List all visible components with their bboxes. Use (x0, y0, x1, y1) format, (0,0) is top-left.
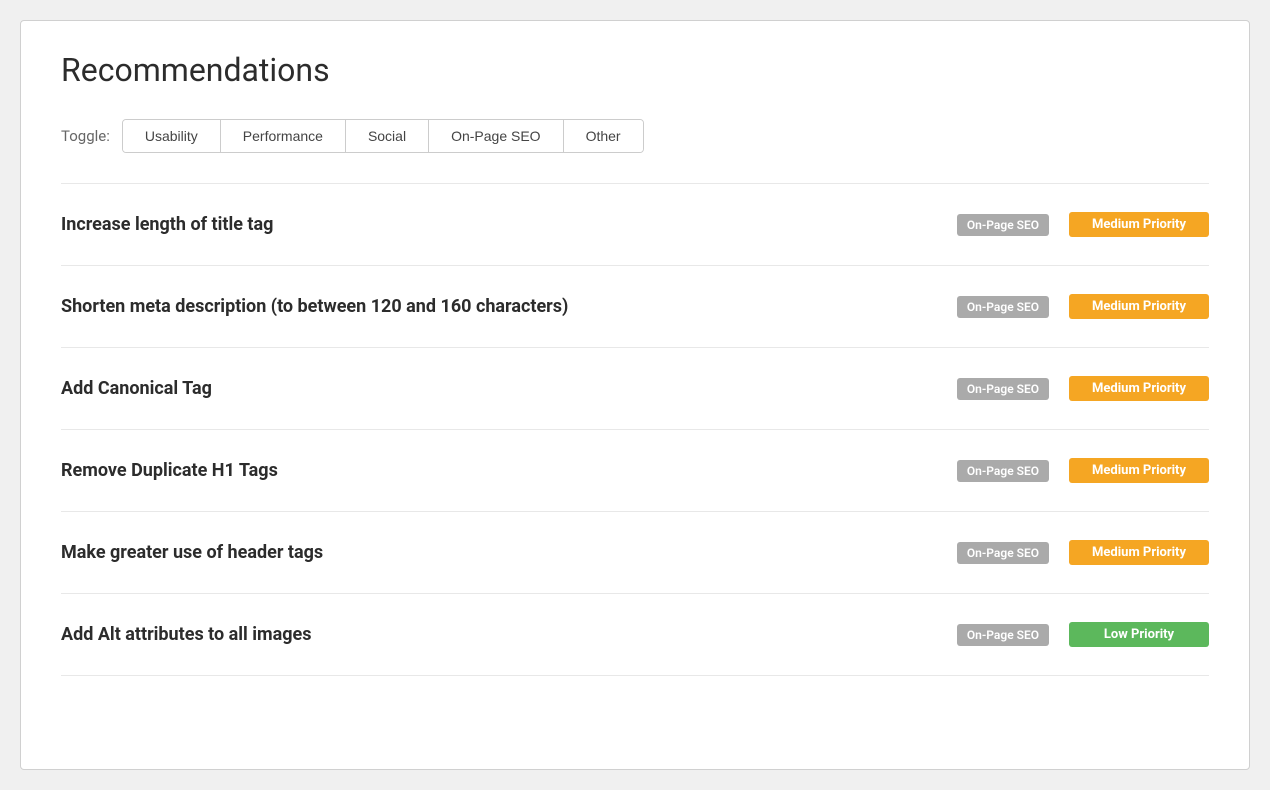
priority-badge-0: Medium Priority (1069, 212, 1209, 237)
rec-title-1: Shorten meta description (to between 120… (61, 296, 957, 317)
category-badge-1: On-Page SEO (957, 296, 1049, 318)
page-container: Recommendations Toggle: UsabilityPerform… (20, 20, 1250, 770)
recommendation-row: Make greater use of header tagsOn-Page S… (61, 512, 1209, 594)
rec-title-5: Add Alt attributes to all images (61, 624, 957, 645)
category-badge-3: On-Page SEO (957, 460, 1049, 482)
recommendation-row: Increase length of title tagOn-Page SEO M… (61, 183, 1209, 266)
category-badge-0: On-Page SEO (957, 214, 1049, 236)
toggle-tab-social[interactable]: Social (346, 120, 429, 152)
toggle-section: Toggle: UsabilityPerformanceSocialOn-Pag… (61, 119, 1209, 153)
toggle-label: Toggle: (61, 127, 110, 145)
priority-badge-4: Medium Priority (1069, 540, 1209, 565)
priority-badge-1: Medium Priority (1069, 294, 1209, 319)
rec-title-3: Remove Duplicate H1 Tags (61, 460, 957, 481)
toggle-tabs: UsabilityPerformanceSocialOn-Page SEOOth… (122, 119, 644, 153)
toggle-tab-other[interactable]: Other (564, 120, 643, 152)
toggle-tab-usability[interactable]: Usability (123, 120, 221, 152)
recommendation-row: Remove Duplicate H1 TagsOn-Page SEO Mediu… (61, 430, 1209, 512)
recommendations-list: Increase length of title tagOn-Page SEOM… (61, 183, 1209, 676)
category-badge-2: On-Page SEO (957, 378, 1049, 400)
page-title: Recommendations (61, 51, 1209, 89)
rec-title-4: Make greater use of header tags (61, 542, 957, 563)
recommendation-row: Shorten meta description (to between 120… (61, 266, 1209, 348)
toggle-tab-performance[interactable]: Performance (221, 120, 346, 152)
priority-badge-5: Low Priority (1069, 622, 1209, 647)
toggle-tab-on-page-seo[interactable]: On-Page SEO (429, 120, 564, 152)
priority-badge-2: Medium Priority (1069, 376, 1209, 401)
category-badge-4: On-Page SEO (957, 542, 1049, 564)
priority-badge-3: Medium Priority (1069, 458, 1209, 483)
rec-title-0: Increase length of title tag (61, 214, 957, 235)
category-badge-5: On-Page SEO (957, 624, 1049, 646)
recommendation-row: Add Alt attributes to all imagesOn-Page … (61, 594, 1209, 676)
recommendation-row: Add Canonical TagOn-Page SEO Medium Prior… (61, 348, 1209, 430)
rec-title-2: Add Canonical Tag (61, 378, 957, 399)
